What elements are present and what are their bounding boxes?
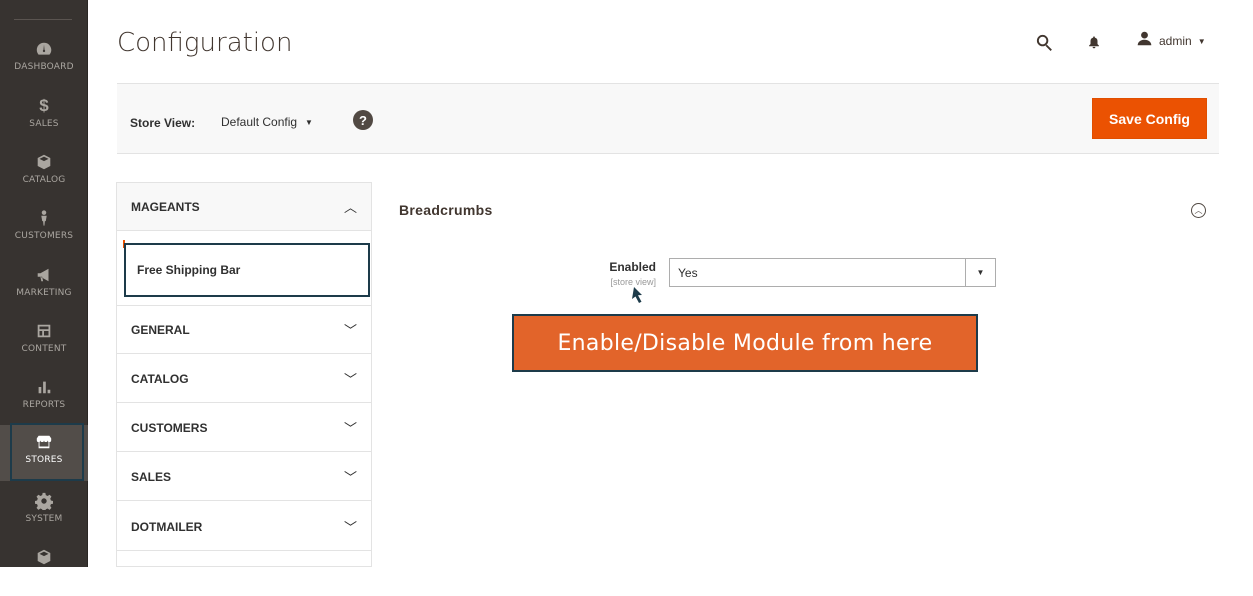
tab-group-sales[interactable]: SALES ﹀	[117, 453, 371, 501]
tab-group-general[interactable]: GENERAL ﹀	[117, 306, 371, 354]
bar-chart-icon	[33, 376, 55, 398]
nav-label: DASHBOARD	[14, 62, 74, 72]
nav-item-reports[interactable]: REPORTS	[0, 370, 88, 426]
chevron-down-icon: ▼	[965, 259, 995, 286]
chevron-down-icon: ﹀	[343, 372, 357, 387]
nav-label: CATALOG	[22, 175, 66, 185]
chevron-down-icon: ﹀	[343, 520, 357, 535]
user-icon	[1136, 30, 1153, 52]
annotation-callout: Enable/Disable Module from here	[512, 314, 978, 372]
dashboard-icon	[33, 38, 55, 60]
person-icon	[33, 207, 55, 229]
nav-label: REPORTS	[22, 400, 66, 410]
nav-label: SYSTEM	[25, 514, 63, 524]
enabled-select-value: Yes	[678, 265, 698, 280]
megaphone-icon	[33, 264, 55, 286]
dollar-icon: $	[39, 96, 49, 115]
tab-group-catalog[interactable]: CATALOG ﹀	[117, 355, 371, 403]
tab-group-mageants[interactable]: MAGEANTS ︿	[117, 183, 371, 231]
store-view-label: Store View:	[130, 116, 196, 130]
collapse-section-icon[interactable]: ︿	[1191, 203, 1206, 218]
magento-logo[interactable]	[14, 0, 72, 20]
notifications-bell-icon[interactable]	[1084, 32, 1104, 52]
store-view-switcher[interactable]: Default Config ▼	[221, 115, 313, 129]
cube-icon	[33, 546, 55, 568]
chevron-down-icon: ﹀	[343, 323, 357, 338]
enabled-field-label: Enabled	[609, 260, 656, 274]
config-tabs: MAGEANTS ︿ Free Shipping Bar GENERAL ﹀ C…	[116, 182, 372, 567]
nav-label: STORES	[25, 455, 63, 465]
tab-group-label: MAGEANTS	[131, 199, 200, 214]
save-config-button[interactable]: Save Config	[1092, 98, 1207, 139]
nav-item-stores[interactable]: STORES	[0, 425, 88, 481]
chevron-down-icon: ﹀	[343, 421, 357, 436]
nav-label: SALES	[29, 119, 59, 129]
callout-arrow-icon	[632, 287, 642, 303]
tab-group-label: CUSTOMERS	[131, 420, 208, 435]
storefront-icon	[33, 431, 55, 453]
store-view-toolbar: Store View: Default Config ▼ ? Save Conf…	[117, 84, 1219, 154]
nav-item-sales[interactable]: $ SALES	[0, 89, 88, 145]
section-title[interactable]: Breadcrumbs	[399, 202, 493, 218]
tab-group-label: GENERAL	[131, 322, 190, 337]
chevron-down-icon: ﹀	[343, 470, 357, 485]
search-icon[interactable]	[1034, 32, 1054, 52]
admin-sidebar: DASHBOARD $ SALES CATALOG CUSTOMERS MARK…	[0, 0, 88, 567]
nav-item-content[interactable]: CONTENT	[0, 314, 88, 370]
nav-label: CUSTOMERS	[14, 231, 74, 241]
nav-label: MARKETING	[16, 288, 72, 298]
store-view-value: Default Config	[221, 115, 298, 129]
tab-group-label: CATALOG	[131, 371, 189, 386]
mageants-subitems: Free Shipping Bar	[117, 232, 371, 306]
box-icon	[33, 151, 55, 173]
nav-item-catalog[interactable]: CATALOG	[0, 145, 88, 201]
nav-label: CONTENT	[21, 344, 67, 354]
layout-icon	[33, 320, 55, 342]
nav-item-extensions[interactable]	[0, 540, 88, 596]
tab-group-label: SALES	[131, 469, 172, 484]
help-icon[interactable]: ?	[353, 110, 373, 130]
nav-item-system[interactable]: SYSTEM	[0, 484, 88, 540]
enabled-select[interactable]: Yes ▼	[669, 258, 996, 287]
tab-group-label: DOTMAILER	[131, 519, 203, 534]
chevron-up-icon: ︿	[343, 200, 357, 215]
tab-group-dotmailer[interactable]: DOTMAILER ﹀	[117, 503, 371, 551]
gear-icon	[33, 490, 55, 512]
tab-group-customers[interactable]: CUSTOMERS ﹀	[117, 404, 371, 452]
user-account-menu[interactable]: admin ▼	[1136, 30, 1206, 52]
chevron-down-icon: ▼	[1197, 36, 1206, 46]
nav-item-customers[interactable]: CUSTOMERS	[0, 201, 88, 257]
tab-free-shipping-bar[interactable]: Free Shipping Bar	[124, 243, 370, 297]
username: admin	[1159, 34, 1192, 48]
nav-item-marketing[interactable]: MARKETING	[0, 258, 88, 314]
page-title: Configuration	[117, 28, 293, 58]
nav-item-dashboard[interactable]: DASHBOARD	[0, 32, 88, 88]
chevron-down-icon: ▼	[305, 117, 313, 127]
